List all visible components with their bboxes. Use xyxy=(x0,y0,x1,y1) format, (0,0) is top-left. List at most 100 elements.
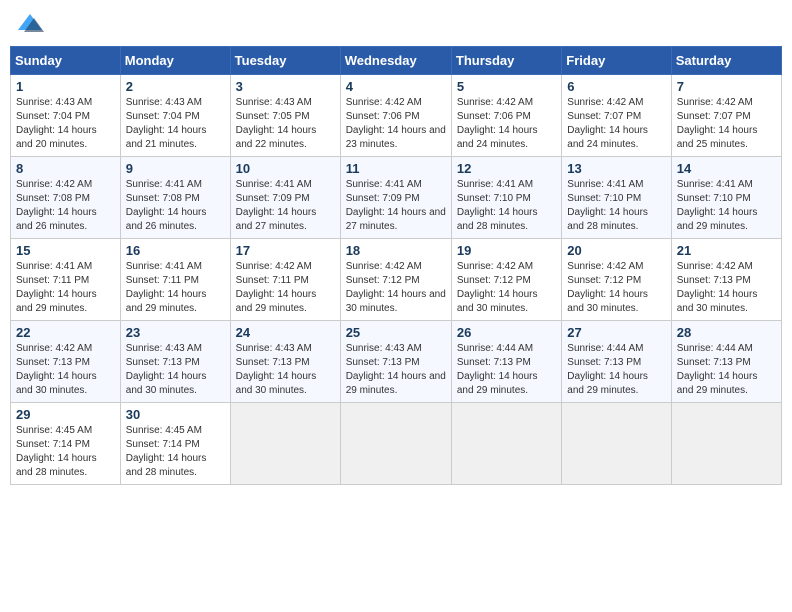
day-info: Sunrise: 4:42 AMSunset: 7:11 PMDaylight:… xyxy=(236,260,335,316)
day-info: Sunrise: 4:42 AMSunset: 7:13 PMDaylight:… xyxy=(16,342,115,398)
day-number: 27 xyxy=(567,325,665,340)
day-info: Sunrise: 4:43 AMSunset: 7:05 PMDaylight:… xyxy=(236,96,335,152)
day-number: 25 xyxy=(346,325,446,340)
weekday-header-wednesday: Wednesday xyxy=(340,47,451,75)
day-number: 13 xyxy=(567,161,665,176)
calendar-week-1: 1 Sunrise: 4:43 AMSunset: 7:04 PMDaylight… xyxy=(11,75,782,157)
calendar-cell: 17 Sunrise: 4:42 AMSunset: 7:11 PMDayligh… xyxy=(230,239,340,321)
calendar-cell: 26 Sunrise: 4:44 AMSunset: 7:13 PMDayligh… xyxy=(451,321,561,403)
calendar-cell: 10 Sunrise: 4:41 AMSunset: 7:09 PMDayligh… xyxy=(230,157,340,239)
calendar-cell: 28 Sunrise: 4:44 AMSunset: 7:13 PMDayligh… xyxy=(671,321,781,403)
day-info: Sunrise: 4:44 AMSunset: 7:13 PMDaylight:… xyxy=(567,342,665,398)
day-info: Sunrise: 4:43 AMSunset: 7:13 PMDaylight:… xyxy=(346,342,446,398)
calendar-cell: 3 Sunrise: 4:43 AMSunset: 7:05 PMDaylight… xyxy=(230,75,340,157)
weekday-header-friday: Friday xyxy=(562,47,671,75)
day-info: Sunrise: 4:41 AMSunset: 7:09 PMDaylight:… xyxy=(346,178,446,234)
day-info: Sunrise: 4:45 AMSunset: 7:14 PMDaylight:… xyxy=(16,424,115,480)
calendar-cell: 4 Sunrise: 4:42 AMSunset: 7:06 PMDaylight… xyxy=(340,75,451,157)
calendar-cell: 12 Sunrise: 4:41 AMSunset: 7:10 PMDayligh… xyxy=(451,157,561,239)
day-number: 24 xyxy=(236,325,335,340)
day-info: Sunrise: 4:43 AMSunset: 7:13 PMDaylight:… xyxy=(126,342,225,398)
calendar-cell xyxy=(671,403,781,485)
day-info: Sunrise: 4:42 AMSunset: 7:07 PMDaylight:… xyxy=(677,96,776,152)
day-number: 14 xyxy=(677,161,776,176)
day-info: Sunrise: 4:43 AMSunset: 7:13 PMDaylight:… xyxy=(236,342,335,398)
day-info: Sunrise: 4:41 AMSunset: 7:09 PMDaylight:… xyxy=(236,178,335,234)
day-number: 29 xyxy=(16,407,115,422)
calendar-week-4: 22 Sunrise: 4:42 AMSunset: 7:13 PMDayligh… xyxy=(11,321,782,403)
day-number: 10 xyxy=(236,161,335,176)
calendar-cell: 18 Sunrise: 4:42 AMSunset: 7:12 PMDayligh… xyxy=(340,239,451,321)
day-number: 1 xyxy=(16,79,115,94)
day-info: Sunrise: 4:41 AMSunset: 7:10 PMDaylight:… xyxy=(567,178,665,234)
day-info: Sunrise: 4:42 AMSunset: 7:07 PMDaylight:… xyxy=(567,96,665,152)
day-info: Sunrise: 4:43 AMSunset: 7:04 PMDaylight:… xyxy=(126,96,225,152)
calendar-cell: 6 Sunrise: 4:42 AMSunset: 7:07 PMDaylight… xyxy=(562,75,671,157)
calendar-cell: 2 Sunrise: 4:43 AMSunset: 7:04 PMDaylight… xyxy=(120,75,230,157)
calendar-cell: 5 Sunrise: 4:42 AMSunset: 7:06 PMDaylight… xyxy=(451,75,561,157)
calendar-cell: 11Sunrise: 4:41 AMSunset: 7:09 PMDayligh… xyxy=(340,157,451,239)
day-number: 7 xyxy=(677,79,776,94)
calendar-cell xyxy=(562,403,671,485)
day-info: Sunrise: 4:42 AMSunset: 7:13 PMDaylight:… xyxy=(677,260,776,316)
logo xyxy=(14,10,50,38)
day-info: Sunrise: 4:41 AMSunset: 7:11 PMDaylight:… xyxy=(16,260,115,316)
calendar-cell: 19 Sunrise: 4:42 AMSunset: 7:12 PMDayligh… xyxy=(451,239,561,321)
calendar-cell: 15 Sunrise: 4:41 AMSunset: 7:11 PMDayligh… xyxy=(11,239,121,321)
day-number: 23 xyxy=(126,325,225,340)
day-number: 9 xyxy=(126,161,225,176)
day-number: 2 xyxy=(126,79,225,94)
calendar-cell xyxy=(451,403,561,485)
day-info: Sunrise: 4:44 AMSunset: 7:13 PMDaylight:… xyxy=(457,342,556,398)
calendar-cell: 8Sunrise: 4:42 AMSunset: 7:08 PMDaylight… xyxy=(11,157,121,239)
weekday-header-monday: Monday xyxy=(120,47,230,75)
day-info: Sunrise: 4:43 AMSunset: 7:04 PMDaylight:… xyxy=(16,96,115,152)
day-number: 28 xyxy=(677,325,776,340)
day-info: Sunrise: 4:41 AMSunset: 7:10 PMDaylight:… xyxy=(677,178,776,234)
day-number: 15 xyxy=(16,243,115,258)
day-info: Sunrise: 4:42 AMSunset: 7:06 PMDaylight:… xyxy=(346,96,446,152)
calendar-cell xyxy=(230,403,340,485)
calendar-week-2: 8Sunrise: 4:42 AMSunset: 7:08 PMDaylight… xyxy=(11,157,782,239)
day-info: Sunrise: 4:42 AMSunset: 7:06 PMDaylight:… xyxy=(457,96,556,152)
calendar-cell: 9 Sunrise: 4:41 AMSunset: 7:08 PMDaylight… xyxy=(120,157,230,239)
day-number: 19 xyxy=(457,243,556,258)
day-number: 3 xyxy=(236,79,335,94)
day-info: Sunrise: 4:41 AMSunset: 7:11 PMDaylight:… xyxy=(126,260,225,316)
calendar-cell: 14 Sunrise: 4:41 AMSunset: 7:10 PMDayligh… xyxy=(671,157,781,239)
day-number: 6 xyxy=(567,79,665,94)
weekday-header-tuesday: Tuesday xyxy=(230,47,340,75)
day-number: 5 xyxy=(457,79,556,94)
calendar-cell xyxy=(340,403,451,485)
day-info: Sunrise: 4:44 AMSunset: 7:13 PMDaylight:… xyxy=(677,342,776,398)
day-number: 18 xyxy=(346,243,446,258)
calendar-cell: 27 Sunrise: 4:44 AMSunset: 7:13 PMDayligh… xyxy=(562,321,671,403)
calendar-cell: 20 Sunrise: 4:42 AMSunset: 7:12 PMDayligh… xyxy=(562,239,671,321)
calendar-cell: 30Sunrise: 4:45 AMSunset: 7:14 PMDayligh… xyxy=(120,403,230,485)
day-info: Sunrise: 4:41 AMSunset: 7:08 PMDaylight:… xyxy=(126,178,225,234)
day-number: 8 xyxy=(16,161,115,176)
day-info: Sunrise: 4:42 AMSunset: 7:12 PMDaylight:… xyxy=(567,260,665,316)
day-number: 4 xyxy=(346,79,446,94)
day-number: 22 xyxy=(16,325,115,340)
day-number: 17 xyxy=(236,243,335,258)
day-number: 21 xyxy=(677,243,776,258)
calendar-cell: 24 Sunrise: 4:43 AMSunset: 7:13 PMDayligh… xyxy=(230,321,340,403)
logo-icon xyxy=(14,10,46,38)
day-info: Sunrise: 4:42 AMSunset: 7:12 PMDaylight:… xyxy=(346,260,446,316)
day-number: 20 xyxy=(567,243,665,258)
calendar-cell: 1 Sunrise: 4:43 AMSunset: 7:04 PMDaylight… xyxy=(11,75,121,157)
day-info: Sunrise: 4:41 AMSunset: 7:10 PMDaylight:… xyxy=(457,178,556,234)
weekday-header-sunday: Sunday xyxy=(11,47,121,75)
weekday-header-thursday: Thursday xyxy=(451,47,561,75)
calendar-cell: 16Sunrise: 4:41 AMSunset: 7:11 PMDayligh… xyxy=(120,239,230,321)
calendar-cell: 29 Sunrise: 4:45 AMSunset: 7:14 PMDayligh… xyxy=(11,403,121,485)
page-header xyxy=(10,10,782,38)
calendar-cell: 23 Sunrise: 4:43 AMSunset: 7:13 PMDayligh… xyxy=(120,321,230,403)
day-info: Sunrise: 4:42 AMSunset: 7:12 PMDaylight:… xyxy=(457,260,556,316)
calendar-cell: 25 Sunrise: 4:43 AMSunset: 7:13 PMDayligh… xyxy=(340,321,451,403)
day-number: 12 xyxy=(457,161,556,176)
day-number: 26 xyxy=(457,325,556,340)
calendar-table: SundayMondayTuesdayWednesdayThursdayFrid… xyxy=(10,46,782,485)
day-number: 30 xyxy=(126,407,225,422)
